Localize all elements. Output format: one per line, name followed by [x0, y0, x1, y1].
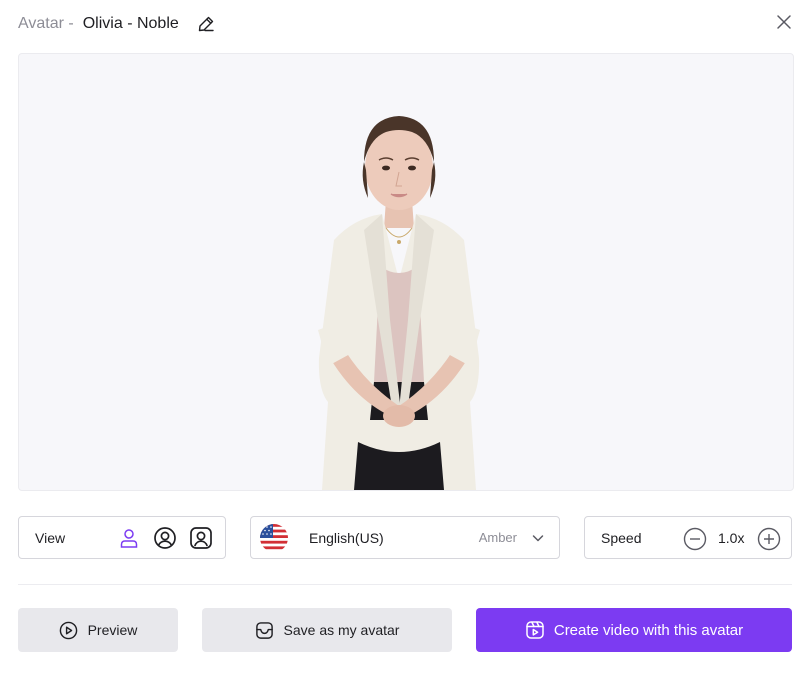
dialog-header: Avatar - Olivia - Noble: [18, 12, 216, 36]
language-label: English(US): [309, 529, 384, 546]
view-label: View: [35, 529, 66, 546]
divider: [18, 584, 792, 585]
voice-name: Amber: [478, 530, 517, 545]
preview-label: Preview: [87, 622, 138, 638]
speed-value: 1.0x: [718, 530, 745, 546]
save-as-my-avatar-button[interactable]: Save as my avatar: [202, 608, 452, 652]
speed-control: Speed 1.0x: [584, 516, 792, 559]
avatar-name: Olivia - Noble: [82, 15, 179, 32]
close-icon[interactable]: [776, 14, 792, 30]
title-prefix: Avatar -: [18, 15, 74, 32]
language-voice-selector[interactable]: English(US) Amber: [250, 516, 560, 559]
create-label: Create video with this avatar: [553, 621, 744, 639]
head-circle-icon[interactable]: [153, 526, 177, 550]
edit-name-icon[interactable]: [196, 14, 216, 34]
save-box-icon: [255, 620, 275, 640]
portrait-square-icon[interactable]: [189, 526, 213, 550]
view-selector: View: [18, 516, 226, 559]
us-flag-icon: [260, 523, 288, 552]
play-circle-icon: [59, 620, 79, 640]
chevron-down-icon[interactable]: [530, 530, 546, 546]
create-video-button[interactable]: Create video with this avatar: [476, 608, 792, 652]
preview-button[interactable]: Preview: [18, 608, 178, 652]
view-options: [117, 526, 213, 550]
video-reel-icon: [525, 620, 545, 640]
full-body-icon[interactable]: [117, 526, 141, 550]
save-label: Save as my avatar: [283, 622, 400, 638]
speed-decrease-button[interactable]: [683, 527, 707, 551]
speed-increase-button[interactable]: [757, 527, 781, 551]
speed-label: Speed: [601, 529, 642, 546]
avatar-figure-image: [318, 116, 480, 490]
avatar-preview-stage: [18, 53, 794, 491]
